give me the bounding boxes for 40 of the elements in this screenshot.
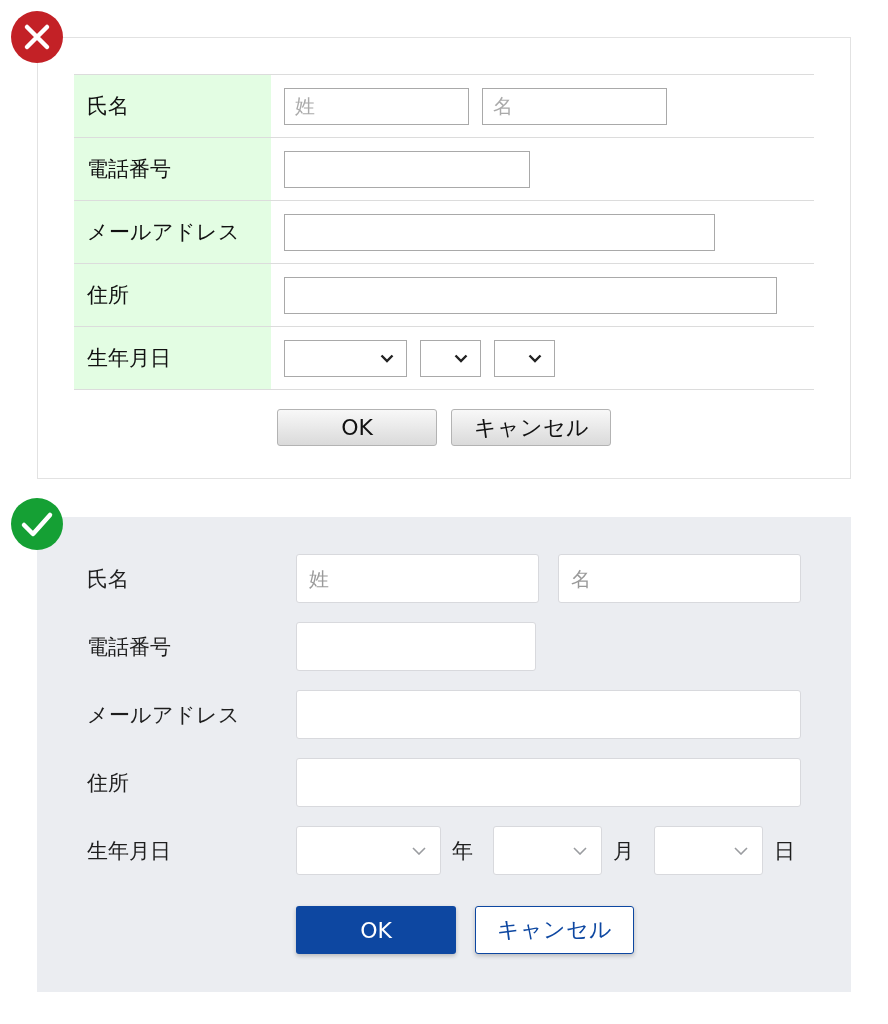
dropdown-field[interactable]	[284, 339, 407, 377]
cancel-button[interactable]: キャンセル	[451, 409, 611, 446]
chevron-down-icon	[454, 353, 468, 363]
date-unit-label: 日	[774, 837, 795, 865]
text-field[interactable]	[296, 690, 801, 739]
text-field[interactable]: 姓	[284, 87, 469, 125]
ok-button[interactable]: OK	[277, 409, 437, 446]
text-field[interactable]: 名	[482, 87, 667, 125]
field-label: メールアドレス	[87, 702, 240, 727]
text-field[interactable]	[296, 758, 801, 807]
field-label: 氏名	[87, 566, 129, 591]
dropdown-field[interactable]	[493, 826, 602, 875]
field-label: メールアドレス	[74, 201, 271, 263]
cancel-button[interactable]: キャンセル	[475, 906, 634, 954]
chevron-down-icon	[528, 353, 542, 363]
dropdown-field[interactable]	[296, 826, 441, 875]
chevron-down-icon	[734, 846, 748, 855]
chevron-down-icon	[573, 846, 587, 855]
text-field[interactable]: 姓	[296, 554, 539, 603]
checkmark-icon	[11, 498, 63, 550]
field-label: 電話番号	[74, 138, 271, 200]
text-field[interactable]	[296, 622, 536, 671]
field-label: 電話番号	[87, 634, 171, 659]
date-unit-label: 年	[452, 837, 473, 865]
text-field[interactable]	[284, 276, 777, 314]
field-label: 住所	[87, 770, 129, 795]
field-label: 生年月日	[87, 838, 171, 863]
field-label: 住所	[74, 264, 271, 326]
dropdown-field[interactable]	[494, 339, 555, 377]
ok-button[interactable]: OK	[296, 906, 456, 954]
chevron-down-icon	[380, 353, 394, 363]
text-field[interactable]	[284, 150, 530, 188]
dropdown-field[interactable]	[420, 339, 481, 377]
text-field[interactable]: 名	[558, 554, 801, 603]
field-label: 生年月日	[74, 327, 271, 389]
field-label: 氏名	[74, 75, 271, 137]
date-unit-label: 月	[613, 837, 634, 865]
dropdown-field[interactable]	[654, 826, 763, 875]
text-field[interactable]	[284, 213, 715, 251]
chevron-down-icon	[412, 846, 426, 855]
